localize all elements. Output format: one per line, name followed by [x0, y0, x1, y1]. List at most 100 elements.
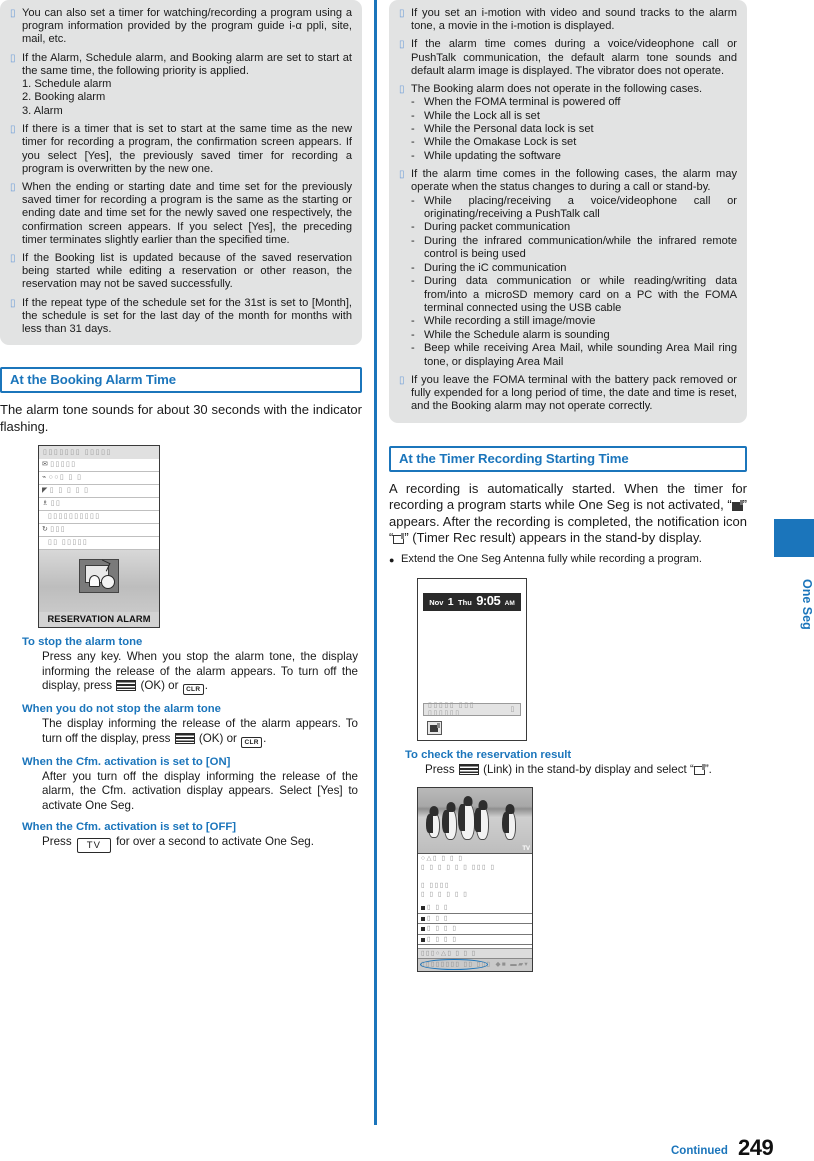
- result-footer-label: ▯▯▯○△▯ ▯ ▯ ▯: [421, 950, 477, 958]
- ok-key-icon: [174, 732, 195, 744]
- standby-clock: Nov 1 Thu 9:05 AM: [423, 592, 521, 611]
- penguin-shape: [502, 804, 516, 841]
- tv-tag-label: TV: [522, 846, 530, 853]
- penguin-shape: [474, 800, 489, 841]
- result-line: ▯ ▯ ▯ ▯ ▯ ▯: [421, 891, 469, 899]
- manual-page: You can also set a timer for watching/re…: [0, 0, 814, 1161]
- note-bullet-icon: [8, 181, 22, 194]
- note-bullet-icon: [397, 38, 411, 51]
- screenshot-row: ◤ ▯ ▯ ▯ ▯ ▯: [39, 485, 159, 499]
- note-bullet-icon: [397, 83, 411, 96]
- note-bullet-icon: [8, 52, 22, 65]
- booking-alarm-screenshot: ▯▯▯▯▯▯▯ ▯▯▯▯▯ ✉ ▯▯▯▯▯ ⌁ ○○▯ ▯ ▯ ◤ ▯ ▯ ▯ ▯ ▯…: [38, 445, 160, 629]
- note-bullet-icon: [8, 123, 22, 136]
- note-item: When the ending or starting date and tim…: [8, 181, 352, 247]
- note-text: When the ending or starting date and tim…: [22, 181, 352, 246]
- note-text: If you set an i-motion with video and so…: [411, 7, 737, 33]
- dash-list: - While placing/receiving a voice/videoph…: [411, 195, 737, 369]
- clr-key-icon: CLR: [182, 684, 204, 696]
- softkey-right-label: ▯: [510, 706, 516, 714]
- tv-key-icon: TV: [76, 837, 111, 853]
- clr-key-icon: CLR: [241, 736, 263, 748]
- bell-shape: [89, 575, 100, 588]
- section-intro-paragraph: The alarm tone sounds for about 30 secon…: [0, 402, 362, 434]
- square-bullet-icon: [421, 906, 425, 911]
- list-item[interactable]: ▯ ▯ ▯ ▯: [418, 935, 532, 946]
- clock-month: Nov: [429, 597, 444, 607]
- left-note-box: You can also set a timer for watching/re…: [0, 0, 362, 346]
- note-text: If the alarm time comes in the following…: [411, 168, 737, 194]
- list-item: 3. Alarm: [22, 104, 63, 117]
- side-tab-block: [774, 519, 814, 557]
- list-item: - During data communication or while read…: [411, 275, 737, 314]
- note-item: If the alarm time comes in the following…: [397, 168, 737, 369]
- list-item: - When the FOMA terminal is powered off: [411, 96, 621, 109]
- note-item: If the alarm time comes during a voice/v…: [397, 38, 737, 78]
- recording-icon: [731, 500, 743, 512]
- result-footer: ▯▯▯○△▯ ▯ ▯ ▯: [418, 948, 532, 959]
- screenshot-row: ♗ ▯▯: [39, 498, 159, 512]
- left-column: You can also set a timer for watching/re…: [0, 0, 362, 853]
- bullet-text: Extend the One Seg Antenna fully while r…: [401, 552, 702, 565]
- note-item: If there is a timer that is set to start…: [8, 123, 352, 176]
- note-text: You can also set a timer for watching/re…: [22, 7, 352, 46]
- subheading-check-reservation-result: To check the reservation result: [405, 748, 572, 761]
- list-item: - During packet communication: [411, 221, 571, 234]
- note-bullet-icon: [8, 7, 22, 20]
- standby-softkey-bar: ▯▯▯▯▯ ▯▯▯ ▯▯▯▯▯▯ ▯: [423, 702, 521, 717]
- result-softkey-bar: ▯▯▯▯▯▯▯▯ ▯▯ ▯▯▯ ◆■ ▬▰▾: [418, 958, 532, 972]
- timer-rec-result-icon: [693, 763, 705, 775]
- note-text: If the alarm time comes during a voice/v…: [411, 38, 737, 77]
- square-bullet-icon: [421, 916, 425, 921]
- list-item: - While placing/receiving a voice/videoph…: [411, 194, 737, 221]
- note-text: The Booking alarm does not operate in th…: [411, 83, 703, 96]
- ok-key-icon: [116, 680, 137, 692]
- right-column: If you set an i-motion with video and so…: [389, 0, 747, 973]
- penguin-shape: [426, 806, 440, 839]
- note-bullet-icon: [8, 297, 22, 310]
- softkey-left-label: ▯▯▯▯▯▯▯▯ ▯▯ ▯▯▯: [421, 961, 492, 969]
- square-bullet-icon: [421, 937, 425, 942]
- softkey-right-label: ◆■ ▬▰▾: [495, 961, 529, 969]
- standby-display-screenshot: Nov 1 Thu 9:05 AM ▯▯▯▯▯ ▯▯▯ ▯▯▯▯▯▯ ▯: [417, 577, 527, 741]
- penguins-photo: TV: [418, 788, 532, 855]
- list-item: - While the Personal data lock is set: [411, 123, 594, 136]
- subheading-stop-alarm-tone: To stop the alarm tone: [22, 636, 143, 649]
- footer-continued-label: Continued: [671, 1145, 728, 1157]
- note-item: If you leave the FOMA terminal with the …: [397, 374, 737, 414]
- note-text: If you leave the FOMA terminal with the …: [411, 373, 737, 413]
- note-item: The Booking alarm does not operate in th…: [397, 83, 737, 163]
- list-item: - During the infrared communication/while…: [411, 234, 737, 261]
- subheading-not-stop-alarm-tone: When you do not stop the alarm tone: [22, 703, 221, 716]
- dot-icon: ⌁: [42, 474, 48, 482]
- subheading-cfm-activation-off: When the Cfm. activation is set to [OFF]: [22, 820, 237, 833]
- result-line: ○△▯ ▯ ▯ ▯: [421, 855, 464, 863]
- timer-rec-result-icon: [427, 720, 442, 735]
- penguin-shape: [442, 802, 457, 841]
- right-note-box: If you set an i-motion with video and so…: [389, 0, 747, 423]
- side-tab-label: One Seg: [800, 578, 814, 630]
- note-item: If the repeat type of the schedule set f…: [8, 297, 352, 337]
- alarm-image-area: [39, 550, 159, 613]
- list-item: - While recording a still image/movie: [411, 315, 596, 328]
- penguin-shape: [458, 796, 475, 841]
- subsection-body: Press TV for over a second to activate O…: [42, 834, 314, 853]
- clock-weekday: Thu: [458, 597, 472, 607]
- column-divider: [374, 0, 377, 1125]
- note-text: If the Alarm, Schedule alarm, and Bookin…: [22, 51, 352, 77]
- clock-shape: [101, 575, 115, 590]
- section-intro-paragraph: A recording is automatically started. Wh…: [389, 480, 747, 546]
- list-item[interactable]: ▯ ▯ ▯: [418, 914, 532, 925]
- note-numbered-list: 1. Schedule alarm 2. Booking alarm 3. Al…: [22, 78, 352, 118]
- list-item: - During the iC communication: [411, 261, 567, 274]
- reservation-result-screenshot: TV ○△▯ ▯ ▯ ▯ ▯ ▯ ▯ ▯ ▯ ▯ ▯▯▯ ▯ ▯ ▯▯▯▯ ▯ …: [417, 787, 533, 973]
- list-item[interactable]: ▯ ▯ ▯: [418, 903, 532, 914]
- clock-time: 9:05: [476, 592, 501, 608]
- note-item: You can also set a timer for watching/re…: [8, 7, 352, 47]
- section-heading-timer-recording: At the Timer Recording Starting Time: [389, 445, 747, 472]
- list-item[interactable]: ▯ ▯ ▯ ▯: [418, 924, 532, 935]
- note-bullet-icon: [397, 7, 411, 20]
- clock-ampm: AM: [504, 599, 515, 607]
- subsection-body: The display informing the release of the…: [42, 717, 358, 748]
- repeat-icon: ↻: [42, 526, 50, 534]
